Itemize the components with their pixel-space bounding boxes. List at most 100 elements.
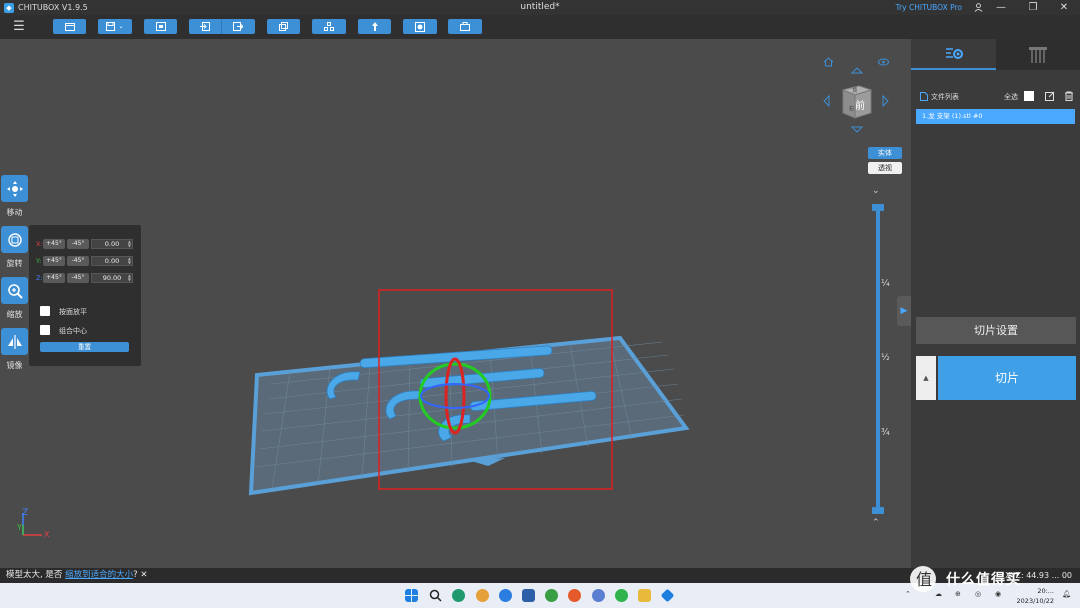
wechat-icon[interactable] <box>615 589 628 602</box>
scale-to-fit-link[interactable]: 缩放到适合的大小 <box>65 570 133 580</box>
rotate-x-minus-button[interactable]: -45° <box>67 239 89 249</box>
cube-top-label: 顶 <box>852 88 857 94</box>
panel-expand-tab[interactable]: ▶ <box>897 296 911 326</box>
rotate-view-left-icon[interactable] <box>822 94 830 110</box>
expand-arrow-icon: ▶ <box>900 306 908 316</box>
slice-settings-button[interactable]: 切片设置 <box>916 317 1076 344</box>
rotate-tool-button[interactable] <box>1 226 28 253</box>
cube-front-label: 前 <box>855 99 865 112</box>
chitubox-taskbar-icon[interactable] <box>660 588 675 603</box>
select-all-label: 全选 <box>1004 93 1018 101</box>
tab-support-settings[interactable] <box>996 39 1080 70</box>
mirror-tool-button[interactable] <box>1 328 28 355</box>
search-icon[interactable] <box>429 589 442 602</box>
watermark: 值 什么值得买 <box>908 564 1073 594</box>
import-export-group <box>189 19 255 34</box>
file-list-item[interactable]: 1.龙 支架 (1).stl #0 <box>916 109 1075 124</box>
rotate-y-label: Y: <box>36 257 42 265</box>
rotate-view-right-icon[interactable] <box>882 94 890 110</box>
open-button[interactable] <box>53 19 86 34</box>
firefox-icon[interactable] <box>568 589 581 602</box>
layout-button[interactable] <box>144 19 177 34</box>
move-tool-label: 移动 <box>6 208 23 217</box>
edit-icon[interactable] <box>1045 91 1055 101</box>
layer-mark-half: ½ <box>881 353 890 363</box>
app-name: CHITUBOX V1.9.5 <box>18 3 88 12</box>
reset-rotation-button[interactable]: 重置 <box>40 342 129 352</box>
trash-icon[interactable] <box>1064 91 1074 101</box>
visibility-eye-icon[interactable] <box>878 58 889 69</box>
group-center-checkbox[interactable] <box>40 325 50 335</box>
lay-flat-checkbox[interactable] <box>40 306 50 316</box>
rotate-x-input[interactable]: 0.00 ▲ ▼ <box>91 239 133 249</box>
main-toolbar: ☰ ⌄ <box>0 15 1080 39</box>
arrange-button[interactable] <box>312 19 346 34</box>
rotate-x-plus-button[interactable]: +45° <box>43 239 65 249</box>
app-icon-blue[interactable] <box>499 589 512 602</box>
restore-icon[interactable]: ❐ <box>1017 0 1049 15</box>
status-prefix: 模型太大, 是否 <box>6 570 63 580</box>
minimize-icon[interactable]: — <box>985 0 1017 15</box>
rotate-view-up-icon[interactable] <box>850 66 864 77</box>
scale-tool-button[interactable] <box>1 277 28 304</box>
try-pro-link[interactable]: Try CHITUBOX Pro <box>896 3 962 12</box>
gizmo-y-label: Y <box>16 523 22 532</box>
rotate-icon <box>7 232 22 247</box>
slice-options-arrow[interactable]: ▲ <box>916 356 936 400</box>
chevron-up-icon[interactable]: ⌃ <box>872 518 880 528</box>
print-button[interactable] <box>448 19 482 34</box>
rotate-y-input[interactable]: 0.00 ▲ ▼ <box>91 256 133 266</box>
layer-slider-track[interactable] <box>876 206 880 512</box>
home-view-icon[interactable] <box>823 57 834 70</box>
layer-mark-three-quarter: ¾ <box>881 428 890 438</box>
watermark-logo-icon: 值 <box>910 566 936 592</box>
spinner-icon[interactable]: ▲ ▼ <box>128 257 131 265</box>
browser-icon[interactable] <box>476 589 489 602</box>
edge-browser-icon[interactable] <box>452 589 465 602</box>
select-all-checkbox[interactable] <box>1024 91 1034 101</box>
rotate-z-plus-button[interactable]: +45° <box>43 273 65 283</box>
transparent-view-button[interactable]: 透视 <box>868 162 902 174</box>
mirror-icon <box>7 334 22 349</box>
spinner-icon[interactable]: ▲ ▼ <box>128 240 131 248</box>
rotate-y-minus-button[interactable]: -45° <box>67 256 89 266</box>
layer-slider-bottom-handle[interactable] <box>872 507 884 514</box>
right-panel: 文件列表 全选 1.龙 支架 (1).stl #0 切片设置 ▲ 切片 <box>911 39 1080 568</box>
slice-button[interactable]: 切片 <box>938 356 1076 400</box>
layout-icon <box>155 22 166 31</box>
app-icon-globe[interactable] <box>592 589 605 602</box>
menu-icon[interactable]: ☰ <box>10 19 28 35</box>
import-icon[interactable] <box>200 22 210 33</box>
lay-flat-label: 按面放平 <box>59 308 87 316</box>
export-icon[interactable] <box>233 22 244 33</box>
navigation-cube[interactable]: 顶 右 前 <box>839 80 875 120</box>
windows-start-icon[interactable] <box>405 589 418 602</box>
rotate-panel: X: +45° -45° 0.00 ▲ ▼ Y: +45° -45° 0.00 ▲ ▼ … <box>29 225 141 366</box>
chevron-down-icon[interactable]: ⌄ <box>872 186 880 196</box>
close-icon[interactable]: ✕ <box>1048 0 1080 15</box>
support-button[interactable] <box>358 19 391 34</box>
move-tool-button[interactable] <box>1 175 28 202</box>
rotate-view-down-icon[interactable] <box>850 126 864 137</box>
copy-icon <box>279 22 288 31</box>
status-close-icon[interactable]: ✕ <box>140 570 147 580</box>
scale-tool-label: 缩放 <box>6 310 23 319</box>
support-settings-icon <box>1029 46 1047 63</box>
tab-model-settings[interactable] <box>911 39 996 70</box>
spinner-icon[interactable]: ▲ ▼ <box>128 274 131 282</box>
file-explorer-icon[interactable] <box>638 589 651 602</box>
rotate-z-minus-button[interactable]: -45° <box>67 273 89 283</box>
move-icon <box>6 180 23 197</box>
rotate-z-input[interactable]: 90.00 ▲ ▼ <box>91 273 133 283</box>
app-icon-store[interactable] <box>522 589 535 602</box>
layer-slider-top-handle[interactable] <box>872 204 884 211</box>
watermark-text: 什么值得买 <box>946 572 1021 588</box>
gizmo-z-label: Z <box>22 508 28 518</box>
save-button[interactable]: ⌄ <box>98 19 132 34</box>
model-settings-icon <box>945 47 963 59</box>
rotate-y-plus-button[interactable]: +45° <box>43 256 65 266</box>
chrome-icon[interactable] <box>545 589 558 602</box>
solid-view-button[interactable]: 实体 <box>868 147 902 159</box>
hollow-button[interactable] <box>403 19 437 34</box>
copy-button[interactable] <box>267 19 300 34</box>
